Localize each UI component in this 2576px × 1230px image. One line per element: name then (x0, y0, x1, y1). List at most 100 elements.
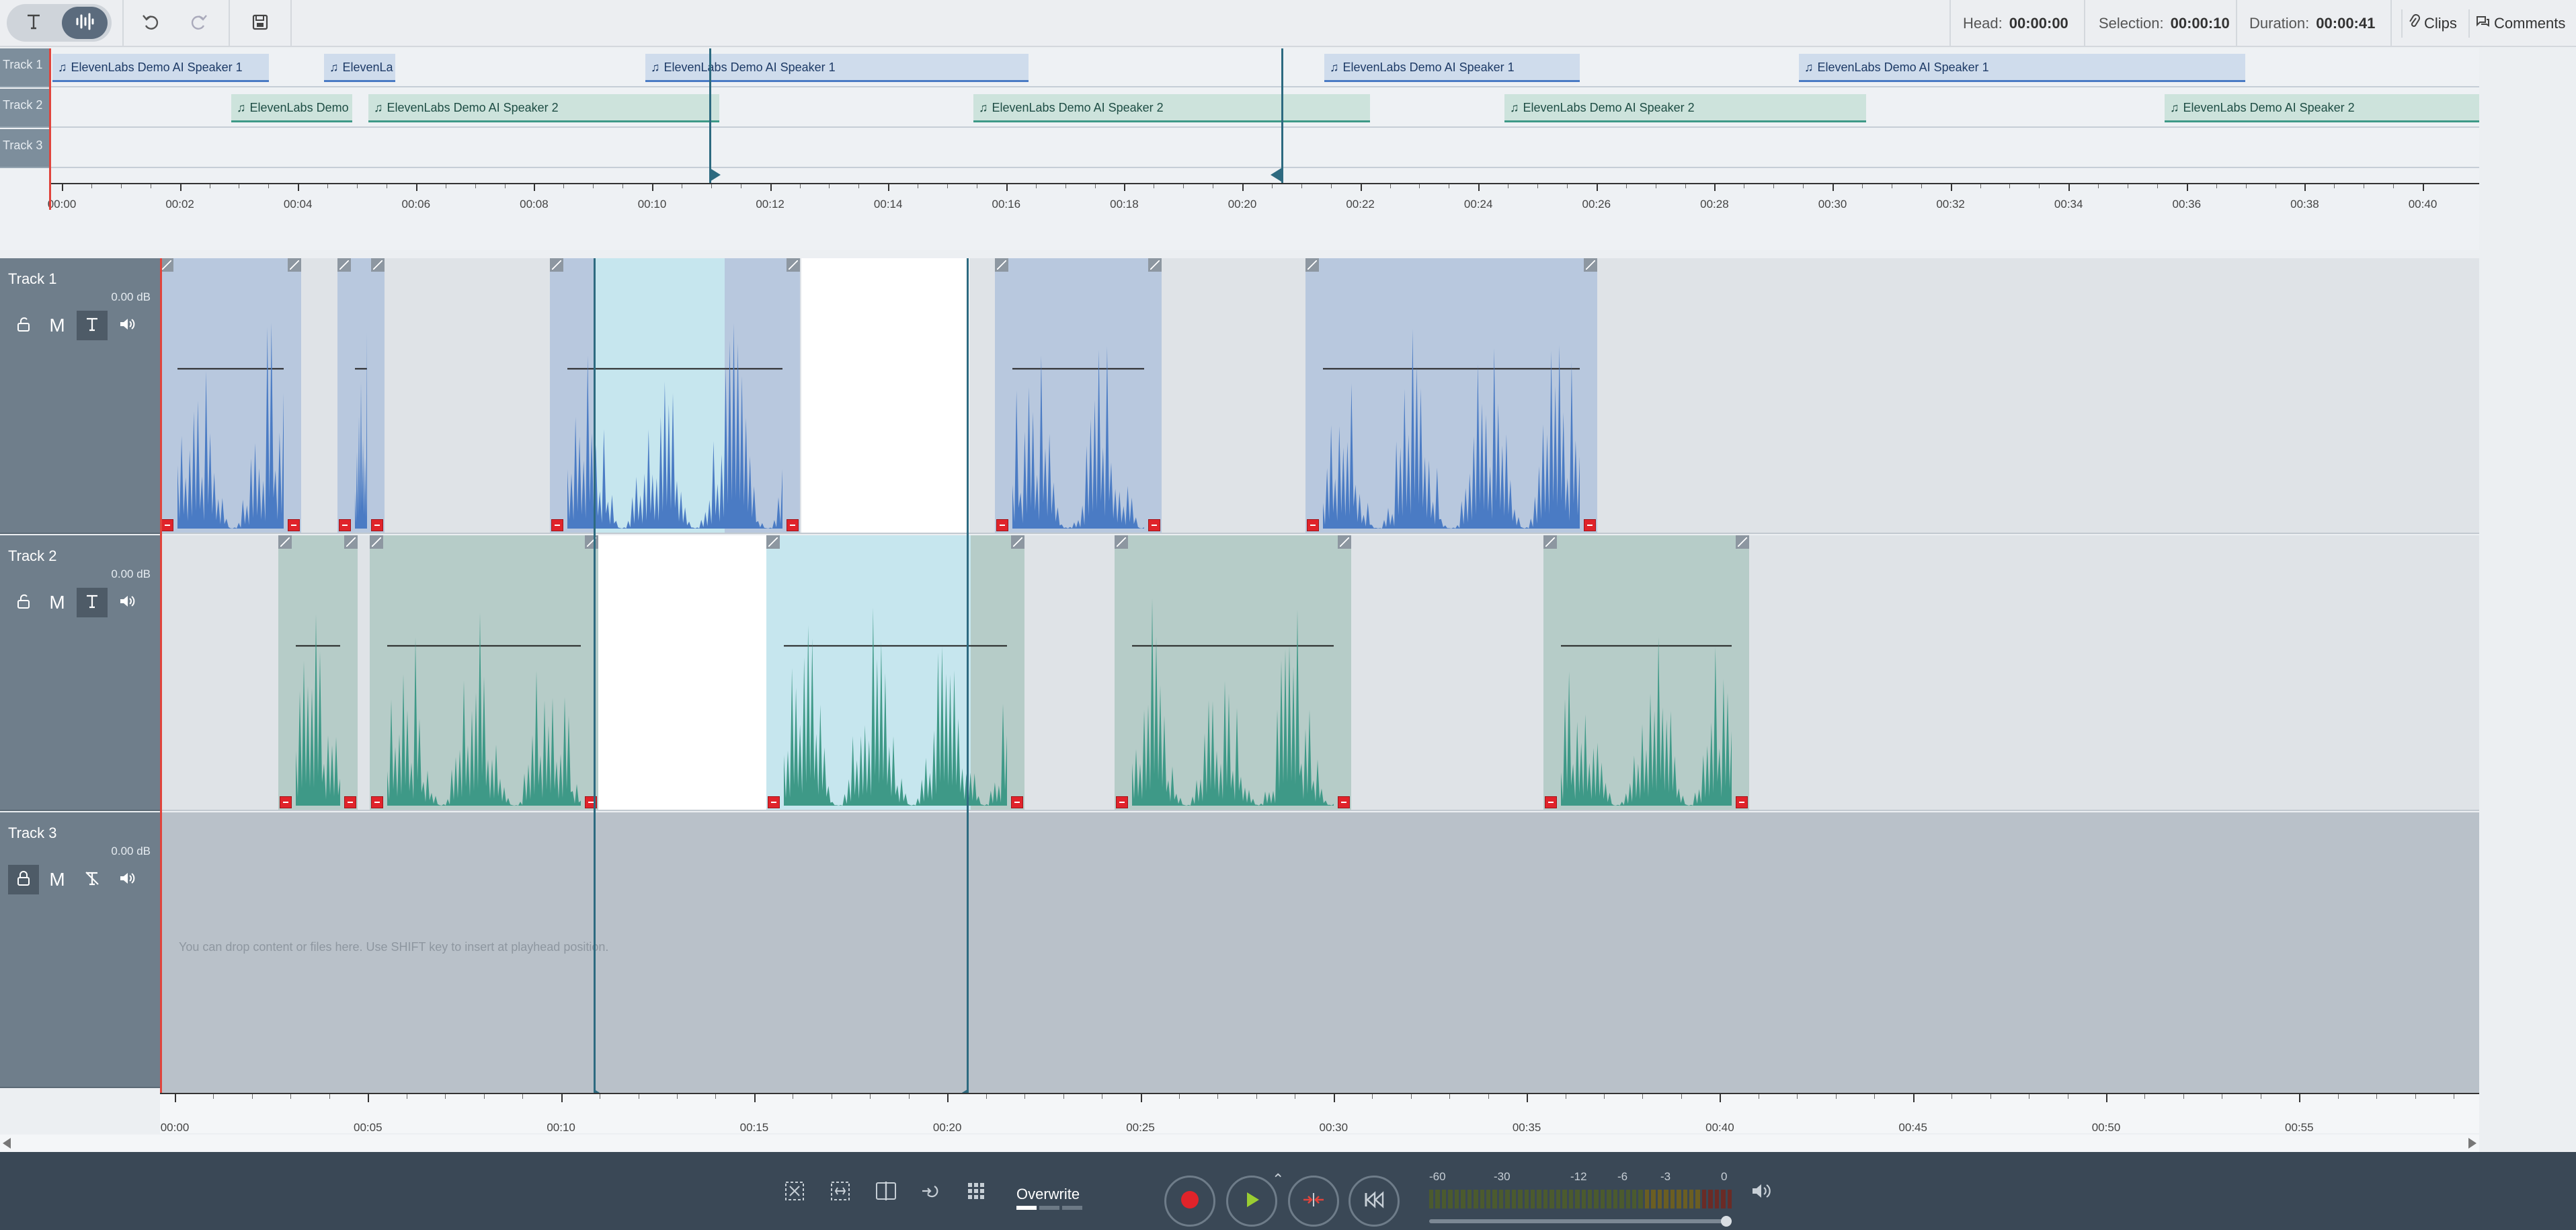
record-button[interactable] (1164, 1176, 1215, 1227)
fade-handle-icon[interactable] (1736, 535, 1749, 549)
track-mute-button[interactable]: M (42, 311, 73, 340)
selection-region[interactable] (801, 258, 969, 533)
trim-handle-icon[interactable] (344, 796, 356, 808)
play-options-chevron-icon[interactable]: ⌃ (1272, 1171, 1284, 1188)
trim-handle-icon[interactable] (1545, 796, 1557, 808)
master-volume-slider[interactable] (1429, 1219, 1732, 1223)
split-button[interactable] (871, 1179, 901, 1206)
trim-handle-icon[interactable] (551, 519, 563, 531)
overview-clip[interactable]: ♫ ElevenLabs Demo AI Speaker 1 (1324, 54, 1580, 82)
fade-handle-icon[interactable] (1584, 258, 1597, 272)
fade-handle-icon[interactable] (766, 535, 780, 549)
track-lock-button[interactable] (8, 588, 39, 617)
overwrite-mode[interactable]: Overwrite (1016, 1186, 1080, 1203)
fade-handle-icon[interactable] (1543, 535, 1557, 549)
fade-handle-icon[interactable] (371, 258, 385, 272)
audio-clip[interactable] (995, 258, 1162, 533)
trim-handle-icon[interactable] (1011, 796, 1023, 808)
master-volume-knob[interactable] (1721, 1216, 1732, 1227)
fade-handle-icon[interactable] (1148, 258, 1162, 272)
audio-clip[interactable] (550, 258, 800, 533)
overview-clip[interactable]: ♫ ElevenLabs Demo AI Speaker 2 (368, 94, 719, 122)
track-lane-3[interactable]: You can drop content or files here. Use … (160, 812, 2479, 1093)
track-header-3[interactable]: Track 3 0.00 dB M (0, 812, 160, 1088)
audio-clip[interactable] (1543, 535, 1749, 810)
audio-clip[interactable] (370, 535, 598, 810)
scroll-left-icon[interactable] (3, 1138, 11, 1149)
overwrite-mode-indicator[interactable] (1016, 1206, 1082, 1210)
fade-handle-icon[interactable] (1305, 258, 1319, 272)
overview-selection-start-line[interactable] (709, 48, 711, 183)
overview-clip[interactable]: ♫ ElevenLa (324, 54, 395, 82)
undo-button[interactable] (136, 8, 167, 39)
trim-handle-icon[interactable] (1307, 519, 1319, 531)
track-mute-button[interactable]: M (42, 865, 73, 894)
audio-clip[interactable] (160, 258, 301, 533)
timeline-overview[interactable]: Track 1 Track 2 Track 3 ♫ ElevenLabs Demo… (0, 48, 2479, 299)
overview-lane-track-1[interactable]: ♫ ElevenLabs Demo AI Speaker 1 ♫ ElevenLa … (50, 48, 2479, 87)
audio-clip[interactable] (337, 258, 385, 533)
main-ruler[interactable]: 00:00 00:05 00:10 00:15 00:20 00:25 00:30 00:35… (160, 1093, 2479, 1134)
track-gain[interactable]: 0.00 dB (111, 845, 151, 858)
track-gain[interactable]: 0.00 dB (111, 291, 151, 304)
trim-handle-icon[interactable] (1736, 796, 1748, 808)
trim-handle-icon[interactable] (280, 796, 292, 808)
track-transcript-off-button[interactable] (77, 865, 108, 894)
track-volume-button[interactable] (112, 588, 143, 617)
rewind-button[interactable] (1349, 1176, 1400, 1227)
fade-handle-icon[interactable] (585, 535, 598, 549)
trim-handle-icon[interactable] (1148, 519, 1160, 531)
track-header-2[interactable]: Track 2 0.00 dB M (0, 535, 160, 811)
overview-lane-track-3[interactable] (50, 129, 2479, 168)
clips-toggle[interactable]: Clips (2401, 9, 2462, 38)
track-volume-button[interactable] (112, 865, 143, 894)
selection-end-line[interactable] (967, 258, 969, 1104)
fade-handle-icon[interactable] (1115, 535, 1128, 549)
trim-handle-icon[interactable] (371, 796, 383, 808)
overview-selection-end-line[interactable] (1281, 48, 1283, 183)
text-mode-button[interactable] (11, 7, 56, 39)
horizontal-scrollbar[interactable] (0, 1135, 2479, 1152)
overview-ruler[interactable]: 00:00 00:02 00:04 00:06 00:08 00:10 00:12 00:14… (48, 183, 2479, 223)
track-header-1[interactable]: Track 1 0.00 dB M (0, 258, 160, 534)
track-mute-button[interactable]: M (42, 588, 73, 617)
playhead[interactable] (160, 258, 162, 1132)
overview-clip[interactable]: ♫ ElevenLabs Demo AI Speaker 2 (2165, 94, 2479, 122)
trim-handle-icon[interactable] (768, 796, 780, 808)
track-lock-button[interactable] (8, 311, 39, 340)
fade-handle-icon[interactable] (995, 258, 1008, 272)
fade-handle-icon[interactable] (160, 258, 173, 272)
track-volume-button[interactable] (112, 311, 143, 340)
fade-handle-icon[interactable] (370, 535, 383, 549)
track-lock-button[interactable] (8, 865, 39, 894)
trim-handle-icon[interactable] (1338, 796, 1350, 808)
comments-toggle[interactable]: Comments (2468, 9, 2571, 38)
audio-clip[interactable] (278, 535, 358, 810)
track-lane-2[interactable] (160, 535, 2479, 811)
fade-handle-icon[interactable] (1011, 535, 1024, 549)
scroll-right-icon[interactable] (2468, 1138, 2477, 1149)
trim-handle-icon[interactable] (161, 519, 173, 531)
trim-handle-icon[interactable] (996, 519, 1008, 531)
save-button[interactable] (245, 8, 276, 39)
waveform-mode-button[interactable] (62, 7, 108, 39)
track-transcript-button[interactable] (77, 588, 108, 617)
track-transcript-button[interactable] (77, 311, 108, 340)
selection-start-marker-icon[interactable] (710, 168, 721, 182)
audio-clip[interactable] (1115, 535, 1351, 810)
trim-handle-icon[interactable] (787, 519, 799, 531)
fade-handle-icon[interactable] (344, 535, 358, 549)
overview-lane-track-2[interactable]: ♫ ElevenLabs Demo ♫ ElevenLabs Demo AI Spe… (50, 89, 2479, 128)
overview-clip[interactable]: ♫ ElevenLabs Demo (231, 94, 352, 122)
overview-clip[interactable]: ♫ ElevenLabs Demo AI Speaker 2 (973, 94, 1370, 122)
trim-handle-icon[interactable] (288, 519, 300, 531)
track-lane-1[interactable] (160, 258, 2479, 534)
overview-clip[interactable]: ♫ ElevenLabs Demo AI Speaker 2 (1504, 94, 1866, 122)
trim-handle-icon[interactable] (339, 519, 351, 531)
selection-start-line[interactable] (594, 258, 596, 1104)
trim-handle-icon[interactable] (1116, 796, 1128, 808)
fade-handle-icon[interactable] (278, 535, 292, 549)
fade-handle-icon[interactable] (337, 258, 351, 272)
overview-playhead[interactable] (49, 48, 51, 210)
trim-handle-icon[interactable] (371, 519, 383, 531)
